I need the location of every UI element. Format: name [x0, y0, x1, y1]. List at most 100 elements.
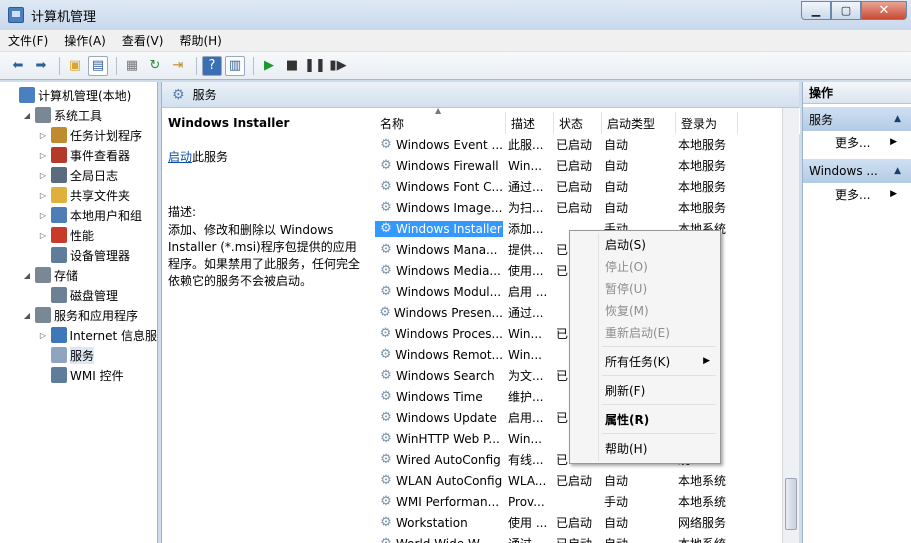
refresh-icon[interactable]: ↻ — [145, 56, 165, 76]
table-row[interactable]: ⚙ Windows Firewall Win... 已启动 自动 本地服务 — [375, 155, 800, 176]
table-row[interactable]: ⚙ WLAN AutoConfig WLA... 已启动 自动 本地系统 — [375, 470, 800, 491]
close-button[interactable]: ✕ — [861, 1, 907, 20]
menu-file[interactable]: 文件(F) — [0, 32, 56, 49]
up-folder-icon[interactable]: ▣ — [65, 56, 85, 76]
tree-node[interactable]: 设备管理器 — [0, 245, 157, 265]
context-menu-item[interactable]: 启动(S) — [572, 233, 718, 255]
pause-service-icon[interactable]: ❚❚ — [304, 56, 326, 76]
description-text: 添加、修改和删除以 Windows Installer (*.msi)程序包提供… — [168, 223, 361, 288]
menu-view[interactable]: 查看(V) — [114, 32, 172, 49]
collapsed-arrow-icon[interactable]: ▷ — [38, 231, 48, 240]
forward-arrow-icon[interactable]: ➡ — [31, 56, 51, 76]
tree-node[interactable]: ▷ Internet 信息服 — [0, 325, 157, 345]
tree-node[interactable]: 磁盘管理 — [0, 285, 157, 305]
selected-service-title: Windows Installer — [168, 116, 290, 130]
expanded-arrow-icon[interactable]: ◢ — [22, 311, 32, 320]
actions-group-services[interactable]: 服务 ▲ — [803, 107, 911, 131]
list-header: ▲ 名称 描述 状态 启动类型 登录为 — [375, 108, 800, 134]
tree-node[interactable]: 服务 — [0, 345, 157, 365]
back-arrow-icon[interactable]: ⬅ — [8, 56, 28, 76]
service-name-cell: ⚙ WLAN AutoConfig — [375, 473, 503, 489]
column-logon-as[interactable]: 登录为 — [676, 112, 738, 134]
table-row[interactable]: ⚙World Wide W...通过...已启动自动本地系统 — [375, 533, 800, 543]
service-cell: 网络服务 — [678, 516, 727, 530]
column-description[interactable]: 描述 — [506, 112, 554, 134]
service-gear-icon: ⚙ — [380, 158, 392, 173]
context-menu-item[interactable]: 刷新(F) — [572, 379, 718, 401]
properties-icon[interactable]: ▦ — [122, 56, 142, 76]
collapsed-arrow-icon[interactable]: ▷ — [38, 331, 48, 340]
service-gear-icon: ⚙ — [379, 305, 391, 320]
actions-more-windows-installer[interactable]: 更多... ▶ — [803, 183, 911, 205]
service-cell: Win... — [508, 158, 542, 173]
table-row[interactable]: ⚙ Windows Event ... 此服... 已启动 自动 本地服务 — [375, 134, 800, 155]
collapsed-arrow-icon[interactable]: ▷ — [38, 171, 48, 180]
toolbar-separator — [253, 56, 254, 75]
menu-action[interactable]: 操作(A) — [56, 32, 114, 49]
minimize-icon: ▁ — [811, 4, 821, 17]
menu-help[interactable]: 帮助(H) — [171, 32, 229, 49]
service-name: Windows Proces... — [394, 326, 503, 341]
vertical-scrollbar[interactable] — [782, 108, 799, 543]
service-name: Windows Modul... — [396, 284, 502, 299]
context-menu-item[interactable]: 属性(R) — [572, 408, 718, 430]
collapsed-arrow-icon[interactable]: ▷ — [38, 191, 48, 200]
show-tree-icon[interactable]: ▤ — [88, 55, 108, 76]
start-service-icon[interactable]: ▶ — [259, 56, 279, 76]
stop-service-icon[interactable]: ■ — [282, 56, 302, 76]
service-name-cell: ⚙ Windows Update — [375, 410, 503, 426]
actions-group-windows-installer[interactable]: Windows ... ▲ — [803, 159, 911, 183]
tree-node[interactable]: 计算机管理(本地) — [0, 85, 157, 105]
table-row[interactable]: ⚙ WMI Performan... Prov... 手动 本地系统 — [375, 491, 800, 512]
collapsed-arrow-icon[interactable]: ▷ — [38, 151, 48, 160]
tree-node[interactable]: ▷ 性能 — [0, 225, 157, 245]
table-row[interactable]: ⚙ Workstation 使用 ... 已启动 自动 网络服务 — [375, 512, 800, 533]
restart-service-icon[interactable]: ▮▶ — [328, 56, 348, 76]
help-icon[interactable]: ? — [202, 55, 222, 76]
service-gear-icon: ⚙ — [380, 200, 392, 215]
expanded-arrow-icon[interactable]: ◢ — [22, 111, 32, 120]
service-gear-icon: ⚙ — [380, 242, 392, 257]
maximize-button[interactable]: ▢ — [831, 1, 861, 20]
context-menu-item[interactable]: 所有任务(K) ▶ — [572, 350, 718, 372]
computer-management-icon — [8, 7, 24, 23]
start-service-link[interactable]: 启动 — [168, 150, 192, 164]
tree-node[interactable]: ◢ 系统工具 — [0, 105, 157, 125]
column-status[interactable]: 状态 — [554, 112, 602, 134]
column-name[interactable]: ▲ 名称 — [375, 108, 506, 134]
table-row[interactable]: ⚙ Windows Image... 为扫... 已启动 自动 本地服务 — [375, 197, 800, 218]
window-controls: ▁ ▢ ✕ — [801, 1, 907, 20]
table-row[interactable]: ⚙ Windows Font C... 通过... 已启动 自动 本地服务 — [375, 176, 800, 197]
start-service-suffix: 此服务 — [192, 150, 229, 164]
service-cell: 使用 ... — [508, 516, 548, 530]
service-name-cell: ⚙World Wide W... — [375, 536, 503, 543]
minimize-button[interactable]: ▁ — [801, 1, 831, 20]
expanded-arrow-icon[interactable]: ◢ — [22, 271, 32, 280]
tree-node[interactable]: ▷ 全局日志 — [0, 165, 157, 185]
export-list-icon[interactable]: ⇥ — [168, 56, 188, 76]
tree-node[interactable]: ◢ 存储 — [0, 265, 157, 285]
actions-more-services[interactable]: 更多... ▶ — [803, 131, 911, 153]
tree-node[interactable]: WMI 控件 — [0, 365, 157, 385]
tree-node-label: Internet 信息服 — [69, 328, 157, 343]
tree-node[interactable]: ▷ 任务计划程序 — [0, 125, 157, 145]
tree-node[interactable]: ▷ 共享文件夹 — [0, 185, 157, 205]
tree-node-label: WMI 控件 — [70, 368, 124, 383]
tree-node[interactable]: ◢ 服务和应用程序 — [0, 305, 157, 325]
tree-node[interactable]: ▷ 事件查看器 — [0, 145, 157, 165]
menu-bar: 文件(F) 操作(A) 查看(V) 帮助(H) — [0, 30, 911, 52]
iis-icon — [50, 327, 67, 343]
service-gear-icon: ⚙ — [380, 473, 392, 488]
collapsed-arrow-icon[interactable]: ▷ — [38, 211, 48, 220]
sort-ascending-icon: ▲ — [435, 108, 442, 115]
service-name-cell: ⚙ Windows Event ... — [375, 137, 503, 153]
column-startup-type[interactable]: 启动类型 — [602, 112, 676, 134]
service-gear-icon: ⚙ — [379, 347, 392, 362]
scrollbar-thumb[interactable] — [785, 478, 797, 530]
service-cell: 自动 — [604, 180, 629, 194]
tree-node[interactable]: ▷ 本地用户和组 — [0, 205, 157, 225]
collapsed-arrow-icon[interactable]: ▷ — [38, 131, 48, 140]
show-action-pane-icon[interactable]: ▥ — [225, 55, 245, 76]
services-header-label: 服务 — [192, 88, 217, 102]
context-menu-item[interactable]: 帮助(H) — [572, 437, 718, 459]
